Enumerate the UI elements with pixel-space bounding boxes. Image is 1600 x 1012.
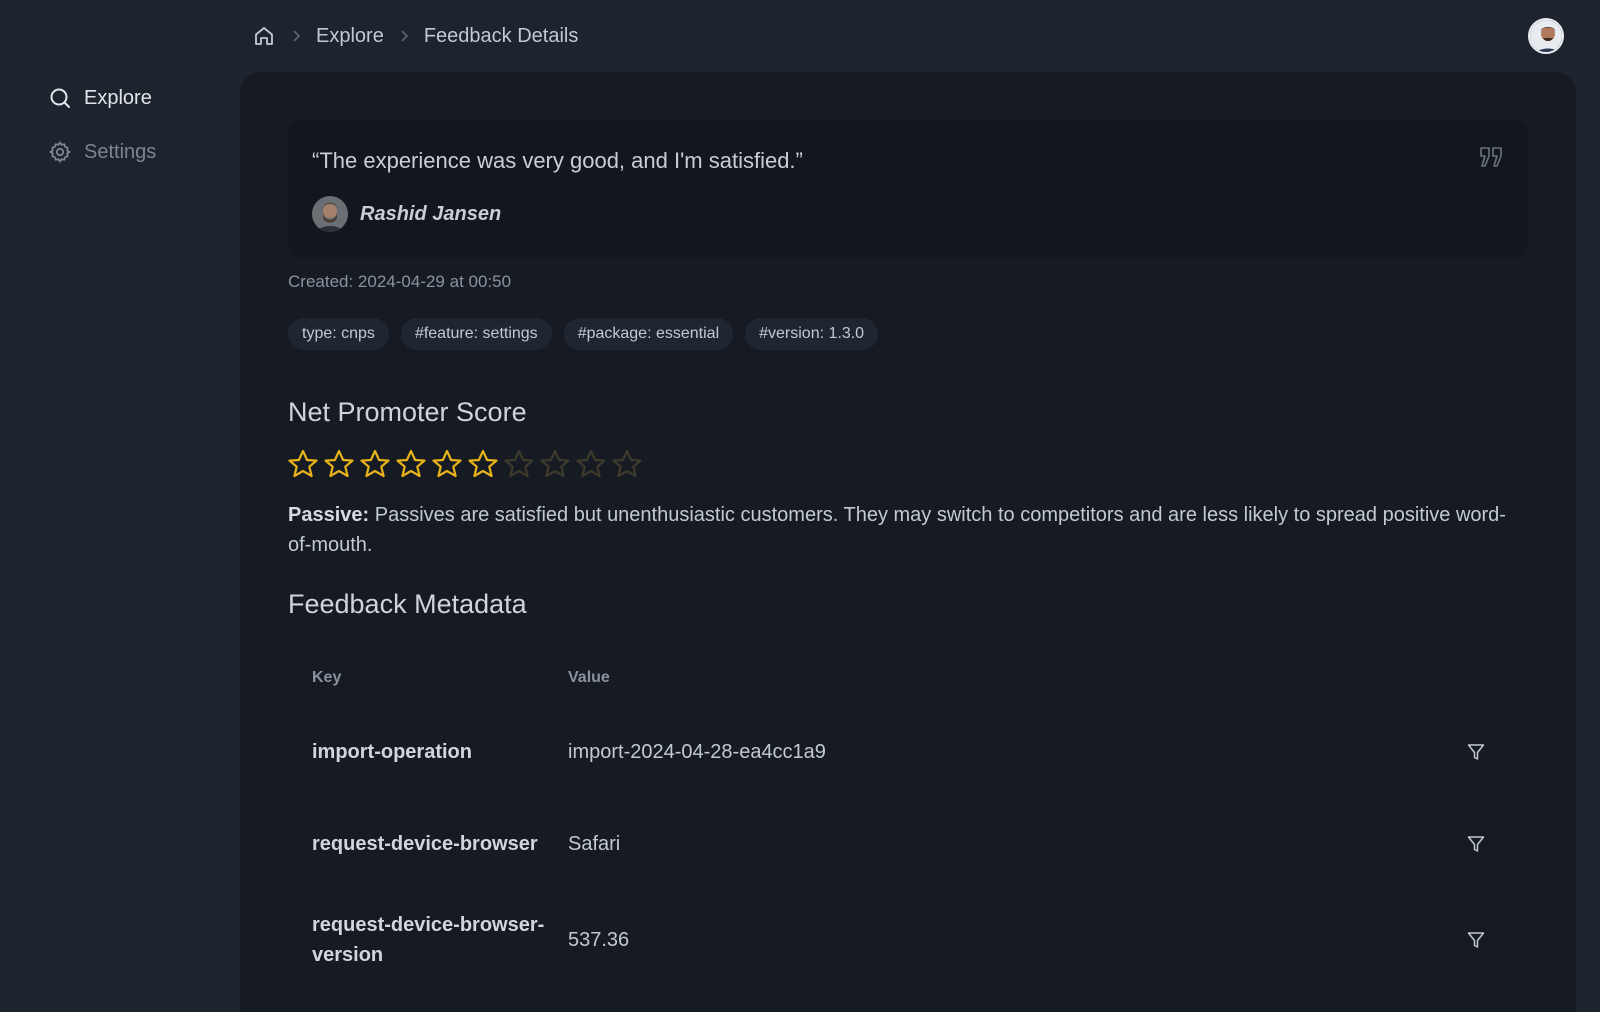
- table-row: import-operation import-2024-04-28-ea4cc…: [288, 704, 1528, 800]
- star-filled-icon[interactable]: [394, 448, 428, 482]
- column-header-key: Key: [312, 669, 342, 686]
- breadcrumb-explore[interactable]: Explore: [316, 25, 384, 48]
- metadata-value: Safari: [568, 832, 621, 855]
- metadata-value: import-2024-04-28-ea4cc1a9: [568, 740, 826, 763]
- search-icon: [48, 86, 72, 110]
- metadata-heading: Feedback Metadata: [288, 589, 527, 619]
- nps-heading: Net Promoter Score: [288, 397, 527, 427]
- star-filled-icon[interactable]: [286, 448, 320, 482]
- breadcrumb-current: Feedback Details: [423, 24, 579, 47]
- feedback-quote: “The experience was very good, and I'm s…: [312, 148, 803, 173]
- star-empty-icon[interactable]: [610, 448, 644, 482]
- metadata-value: 537.36: [568, 928, 630, 951]
- metadata-table: Key Value import-operation import-2024-0…: [288, 652, 1528, 992]
- nps-category: Passive:: [288, 504, 370, 526]
- tag-feature[interactable]: #feature: settings: [400, 318, 552, 350]
- chevron-right-icon: [286, 26, 306, 46]
- metadata-key: request-device-browser-version: [312, 914, 545, 966]
- tag-list: type: cnps #feature: settings #package: …: [288, 318, 879, 350]
- sidebar-item-label: Settings: [84, 140, 157, 163]
- author-name: Rashid Jansen: [360, 202, 502, 225]
- tag-version[interactable]: #version: 1.3.0: [745, 318, 879, 350]
- metadata-key: import-operation: [312, 741, 472, 763]
- filter-icon[interactable]: [1466, 834, 1486, 854]
- filter-icon[interactable]: [1466, 930, 1486, 950]
- star-empty-icon[interactable]: [502, 448, 536, 482]
- sidebar: Explore Settings: [0, 0, 240, 1000]
- home-icon[interactable]: [252, 24, 276, 48]
- nps-star-rating: [286, 448, 644, 482]
- main-panel: “The experience was very good, and I'm s…: [240, 72, 1576, 1012]
- table-header: Key Value: [288, 652, 1528, 704]
- sidebar-item-settings[interactable]: Settings: [48, 140, 156, 164]
- tag-package[interactable]: #package: essential: [563, 318, 734, 350]
- topbar: Explore Feedback Details: [240, 0, 1600, 72]
- star-empty-icon[interactable]: [538, 448, 572, 482]
- sidebar-item-label: Explore: [84, 86, 152, 109]
- star-filled-icon[interactable]: [322, 448, 356, 482]
- nps-description: Passive: Passives are satisfied but unen…: [288, 500, 1528, 560]
- quote-icon: [1478, 144, 1504, 170]
- table-row: request-device-browser Safari: [288, 800, 1528, 888]
- nps-category-text: Passives are satisfied but unenthusiasti…: [288, 504, 1506, 556]
- star-empty-icon[interactable]: [574, 448, 608, 482]
- tag-type[interactable]: type: cnps: [288, 318, 389, 350]
- user-avatar[interactable]: [1528, 18, 1564, 54]
- chevron-right-icon: [394, 26, 414, 46]
- star-filled-icon[interactable]: [466, 448, 500, 482]
- filter-icon[interactable]: [1466, 742, 1486, 762]
- gear-icon: [48, 140, 72, 164]
- created-timestamp: Created: 2024-04-29 at 00:50: [288, 272, 512, 291]
- star-filled-icon[interactable]: [430, 448, 464, 482]
- column-header-value: Value: [568, 669, 610, 686]
- star-filled-icon[interactable]: [358, 448, 392, 482]
- feedback-author: Rashid Jansen: [312, 196, 501, 232]
- breadcrumb: Explore Feedback Details: [252, 24, 578, 48]
- metadata-key: request-device-browser: [312, 833, 538, 855]
- feedback-quote-card: “The experience was very good, and I'm s…: [288, 120, 1528, 258]
- author-avatar: [312, 196, 348, 232]
- sidebar-item-explore[interactable]: Explore: [48, 86, 152, 110]
- table-row: request-device-browser-version 537.36: [288, 888, 1528, 992]
